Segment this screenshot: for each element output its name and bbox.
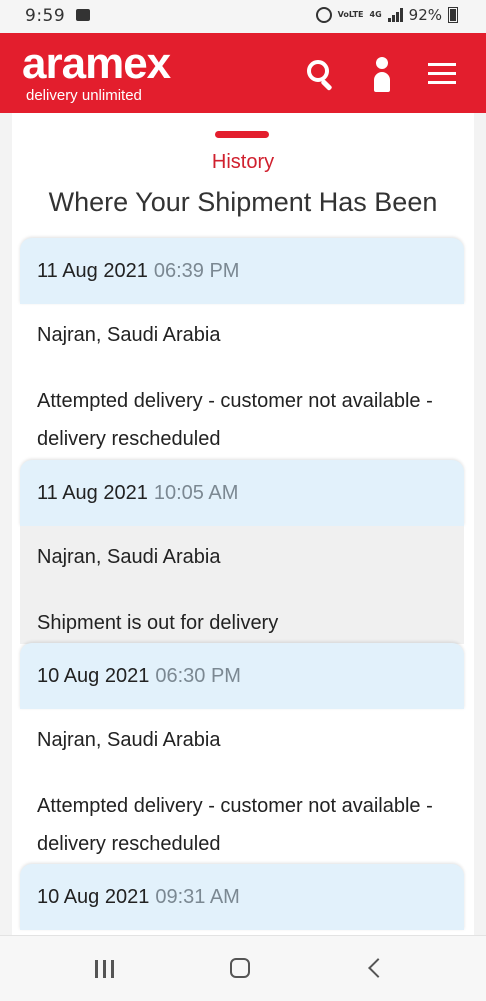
entry-date: 10 Aug 2021 (37, 885, 150, 908)
app-header: aramex delivery unlimited (0, 33, 486, 113)
history-entry: 11 Aug 2021 06:39 PM Najran, Saudi Arabi… (20, 238, 464, 458)
aramex-logo[interactable]: aramex (22, 39, 171, 89)
entry-details: Najran, Saudi Arabia Attempted delivery … (20, 304, 464, 458)
entry-time: 06:30 PM (155, 664, 241, 687)
entry-date: 11 Aug 2021 (37, 259, 148, 282)
volte-indicator: VoLTE (337, 10, 364, 19)
entry-datetime: 10 Aug 2021 06:30 PM (20, 643, 464, 709)
entry-location: Najran, Saudi Arabia (37, 324, 221, 346)
entry-location: Najran, Saudi Arabia (37, 546, 221, 568)
user-icon[interactable] (366, 57, 400, 92)
entry-datetime: 10 Aug 2021 09:31 AM (20, 864, 464, 930)
history-entry: 11 Aug 2021 10:05 AM Najran, Saudi Arabi… (20, 460, 464, 644)
entry-date: 11 Aug 2021 (37, 481, 148, 504)
entry-status: Attempted delivery - customer not availa… (37, 390, 433, 450)
battery-icon (448, 7, 458, 23)
system-nav-bar (0, 935, 486, 1001)
gallery-notification-icon (76, 9, 90, 21)
entry-status: Shipment is out for delivery (37, 612, 279, 634)
entry-datetime: 11 Aug 2021 06:39 PM (20, 238, 464, 304)
history-label: History (211, 151, 275, 173)
status-bar: 9:59 VoLTE 4G 92% (0, 0, 486, 33)
menu-icon[interactable] (428, 57, 462, 91)
battery-percent: 92% (408, 6, 442, 24)
entry-date: 10 Aug 2021 (37, 664, 150, 687)
status-time: 9:59 (25, 6, 66, 26)
alarm-icon (315, 7, 332, 23)
logo-tagline: delivery unlimited (26, 87, 142, 104)
entry-datetime: 11 Aug 2021 10:05 AM (20, 460, 464, 526)
entry-details: Najran, Saudi Arabia Shipment is out for… (20, 526, 464, 644)
entry-details: Najran, Saudi Arabia Attempted delivery … (20, 709, 464, 863)
history-entry: 10 Aug 2021 06:30 PM Najran, Saudi Arabi… (20, 643, 464, 863)
history-panel: History Where Your Shipment Has Been 11 … (12, 113, 474, 935)
status-indicators: VoLTE 4G 92% (315, 6, 458, 24)
recents-icon[interactable] (95, 960, 115, 978)
back-icon[interactable] (368, 958, 388, 978)
entry-time: 06:39 PM (153, 259, 240, 282)
history-title: Where Your Shipment Has Been (48, 187, 438, 217)
entry-location: Najran, Saudi Arabia (37, 729, 221, 751)
entry-time: 09:31 AM (155, 885, 240, 908)
entry-status: Attempted delivery - customer not availa… (37, 795, 433, 855)
history-entry: 10 Aug 2021 09:31 AM (20, 864, 464, 930)
search-icon[interactable] (304, 57, 338, 92)
entry-time: 10:05 AM (153, 481, 239, 504)
home-icon[interactable] (230, 958, 250, 978)
signal-icon (387, 8, 403, 22)
section-accent-bar (215, 131, 269, 138)
network-type-indicator: 4G (369, 10, 382, 19)
